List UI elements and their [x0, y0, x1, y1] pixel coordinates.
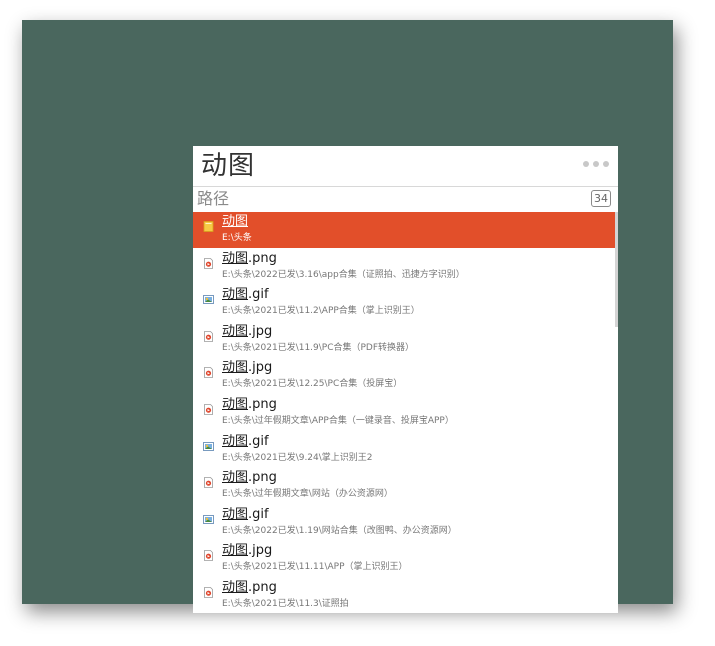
jpg-file-icon: [203, 327, 214, 342]
result-name-extension: .png: [248, 580, 277, 595]
result-item[interactable]: 动图.gif E:\头条\2021已发\11.2\APP合集（掌上识别王）: [193, 285, 618, 321]
result-name: 动图.jpg: [222, 360, 272, 376]
gif-file-icon: [203, 437, 214, 451]
result-name-match: 动图: [222, 506, 249, 522]
result-name-extension: .gif: [248, 287, 269, 303]
dot: [583, 161, 589, 167]
result-path: E:\头条\2022已发\3.16\app合集（证照拍、迅捷方字识别）: [222, 269, 465, 280]
png-file-icon: [203, 254, 214, 269]
result-name: 动图.png: [222, 580, 277, 596]
more-dots-icon[interactable]: [583, 161, 609, 167]
gif-file-icon: [203, 290, 214, 305]
result-name-match: 动图: [222, 543, 249, 559]
result-item[interactable]: 动图.png E:\头条\2022已发\3.16\app合集（证照拍、迅捷方字识别…: [193, 249, 618, 285]
scrollbar[interactable]: [615, 212, 618, 327]
jpg-file-icon: [203, 546, 214, 562]
result-name-match: 动图: [222, 360, 249, 376]
desktop-background: 动图 路径 34 动图 E:\头条 动图.png E:\头条\2022已发\3.16\…: [22, 20, 673, 613]
result-name-extension: .png: [248, 470, 277, 486]
result-item[interactable]: 动图.png E:\头条\过年假期文章\APP合集（一键录音、投屏宝APP）: [193, 395, 618, 431]
result-name: 动图.gif: [222, 507, 269, 523]
result-name-extension: .png: [248, 397, 277, 412]
result-name: 动图.gif: [222, 287, 269, 303]
result-count-badge: 34: [591, 190, 611, 207]
result-path: E:\头条\过年假期文章\APP合集（一键录音、投屏宝APP）: [222, 416, 454, 426]
result-name: 动图.jpg: [222, 543, 272, 559]
result-path: E:\头条\2021已发\12.25\PC合集（投屏宝）: [222, 379, 403, 390]
result-name-match: 动图: [222, 580, 249, 595]
result-name-extension: .gif: [248, 506, 269, 522]
result-path: E:\头条: [222, 233, 252, 243]
result-path: E:\头条\过年假期文章\网站（办公资源网）: [222, 489, 393, 500]
result-item[interactable]: 动图.gif E:\头条\2021已发\9.24\掌上识别王2: [193, 432, 618, 468]
result-name-match: 动图: [222, 323, 249, 339]
result-name-extension: .jpg: [248, 543, 273, 559]
result-item[interactable]: 动图.jpg E:\头条\2021已发\11.11\APP（掌上识别王）: [193, 541, 618, 577]
result-name: 动图.png: [222, 470, 277, 486]
search-bar[interactable]: 动图: [193, 146, 618, 187]
png-file-icon: [203, 583, 214, 598]
result-path: E:\头条\2021已发\11.9\PC合集（PDF转换器）: [222, 342, 415, 353]
search-launcher-window: 动图 路径 34 动图 E:\头条 动图.png E:\头条\2022已发\3.16\…: [193, 146, 618, 613]
result-name-extension: .gif: [248, 433, 269, 449]
result-path: E:\头条\2022已发\1.19\网站合集（改图鸭、办公资源网）: [222, 525, 457, 536]
result-item[interactable]: 动图.jpg E:\头条\2021已发\12.25\PC合集（投屏宝）: [193, 358, 618, 394]
result-name-extension: .png: [248, 250, 277, 266]
dot: [603, 161, 609, 167]
result-path: E:\头条\2021已发\11.3\证照拍: [222, 599, 349, 609]
result-name-match: 动图: [222, 470, 249, 486]
results-list: 动图 E:\头条 动图.png E:\头条\2022已发\3.16\app合集（证照拍…: [193, 212, 618, 613]
result-name-match: 动图: [222, 433, 249, 449]
result-name: 动图.gif: [222, 434, 269, 450]
jpg-file-icon: [203, 363, 214, 379]
dot: [593, 161, 599, 167]
result-name: 动图.jpg: [222, 324, 272, 340]
gif-file-icon: [203, 510, 214, 524]
result-path: E:\头条\2021已发\11.2\APP合集（掌上识别王）: [222, 306, 420, 317]
result-name: 动图: [222, 214, 248, 230]
result-name-match: 动图: [222, 397, 249, 412]
filter-label: 路径: [197, 189, 230, 208]
result-name: 动图.png: [222, 251, 277, 267]
result-name-match: 动图: [222, 250, 249, 266]
result-name-match: 动图: [222, 287, 249, 303]
search-input[interactable]: 动图: [201, 149, 255, 183]
result-path: E:\头条\2021已发\11.11\APP（掌上识别王）: [222, 562, 408, 573]
result-item[interactable]: 动图 E:\头条: [193, 212, 618, 248]
result-name-match: 动图: [222, 214, 249, 229]
result-item[interactable]: 动图.png E:\头条\过年假期文章\网站（办公资源网）: [193, 468, 618, 504]
result-name-extension: .jpg: [248, 323, 273, 339]
result-item[interactable]: 动图.gif E:\头条\2022已发\1.19\网站合集（改图鸭、办公资源网）: [193, 505, 618, 541]
result-name-extension: .jpg: [248, 360, 273, 376]
result-item[interactable]: 动图.png E:\头条\2021已发\11.3\证照拍: [193, 578, 618, 613]
png-file-icon: [203, 473, 214, 489]
result-item[interactable]: 动图.jpg E:\头条\2021已发\11.9\PC合集（PDF转换器）: [193, 322, 618, 358]
png-file-icon: [203, 400, 214, 415]
result-path: E:\头条\2021已发\9.24\掌上识别王2: [222, 452, 373, 463]
folder-icon: [203, 217, 214, 232]
filter-bar: 路径 34: [193, 187, 618, 211]
result-name: 动图.png: [222, 397, 277, 413]
